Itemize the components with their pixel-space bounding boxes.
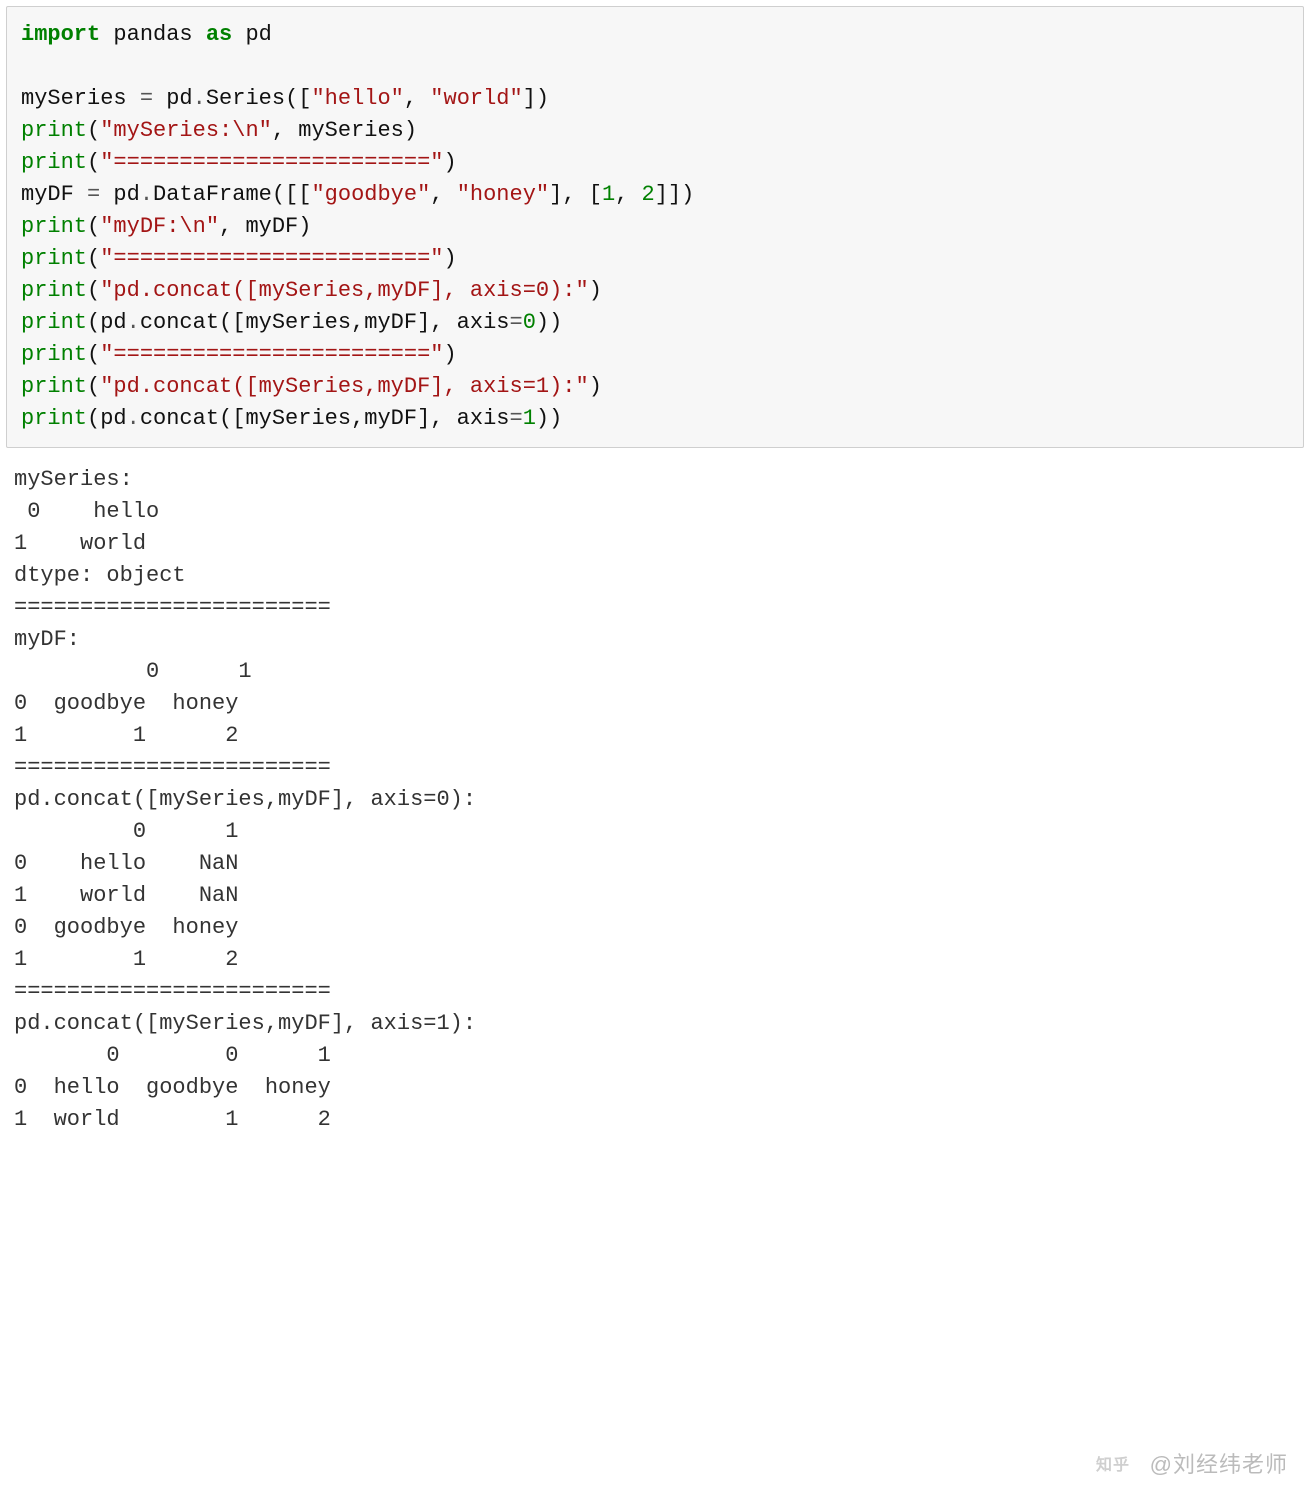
zhihu-watermark: 知乎 @刘经纬老师 — [1096, 1449, 1288, 1484]
code-block: import pandas as pd mySeries = pd.Series… — [21, 19, 1289, 435]
fn-print: print — [21, 118, 87, 143]
zhihu-logo-icon: 知乎 — [1096, 1452, 1142, 1484]
output-cell: mySeries: 0 hello 1 world dtype: object … — [0, 448, 1310, 1196]
watermark-text: @刘经纬老师 — [1150, 1452, 1288, 1477]
kw-import: import — [21, 22, 100, 47]
svg-text:知乎: 知乎 — [1096, 1455, 1130, 1474]
kw-as: as — [206, 22, 232, 47]
code-cell: import pandas as pd mySeries = pd.Series… — [6, 6, 1304, 448]
output-text: mySeries: 0 hello 1 world dtype: object … — [14, 464, 1296, 1136]
